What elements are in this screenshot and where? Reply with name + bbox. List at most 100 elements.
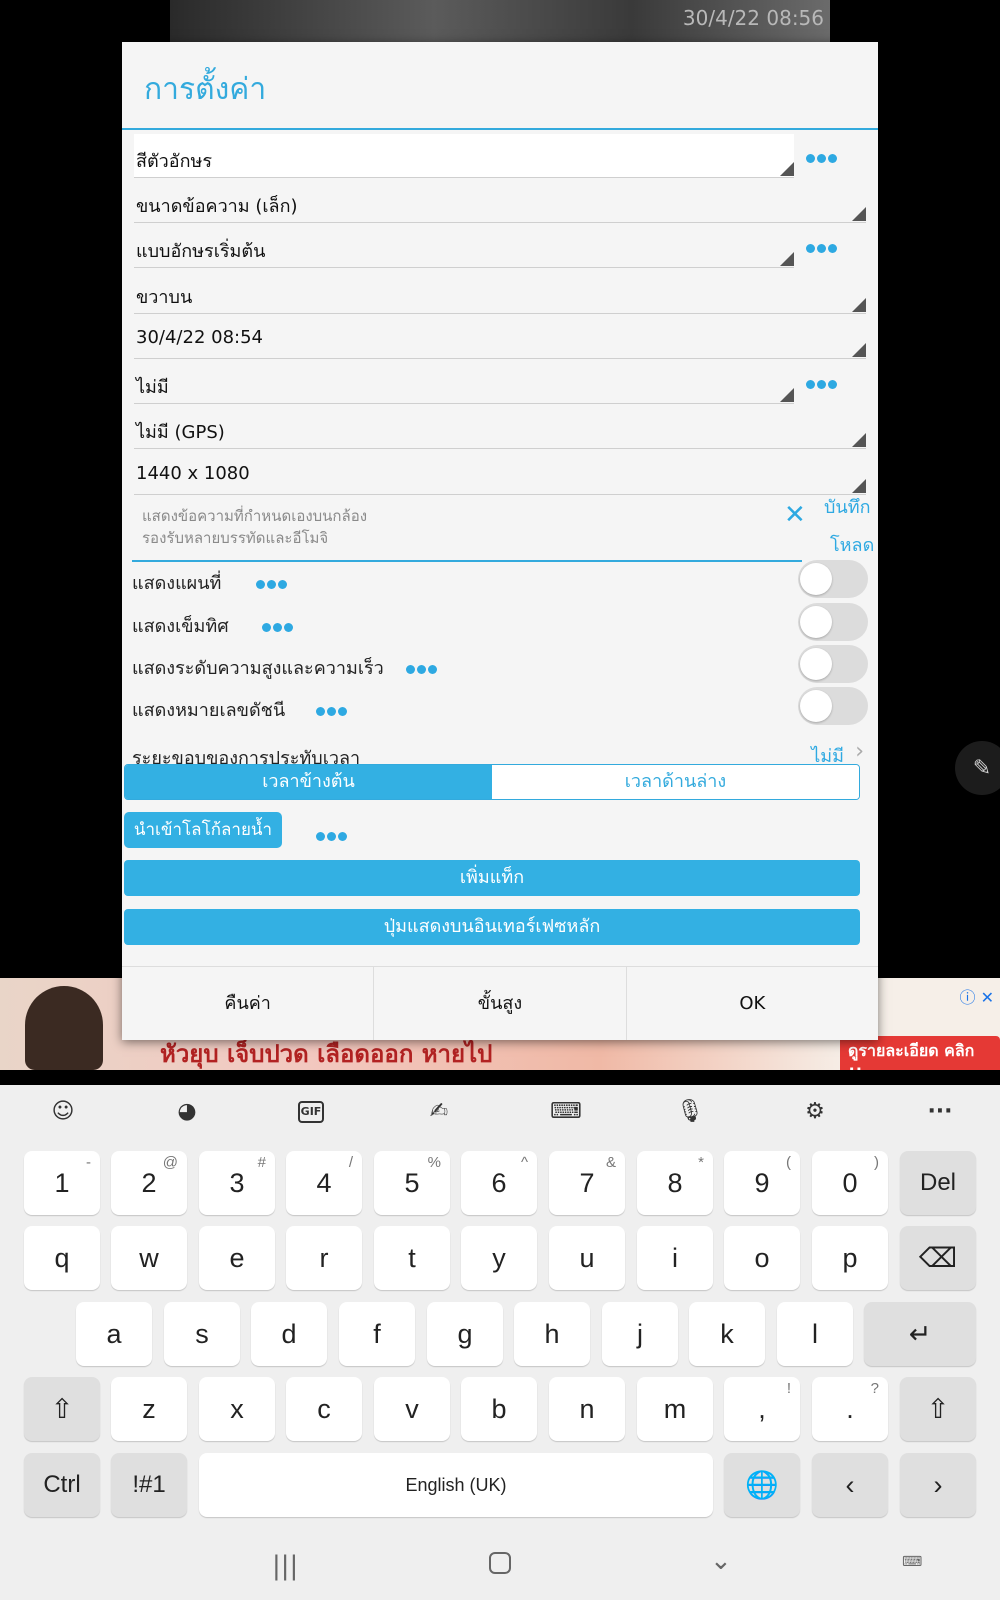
reset-button[interactable]: คืนค่า: [122, 967, 373, 1040]
clear-text-icon[interactable]: ✕: [784, 500, 806, 530]
key-d[interactable]: d: [251, 1302, 327, 1366]
ad-close-icon[interactable]: ⓘ ✕: [960, 984, 995, 1008]
sticker-icon[interactable]: ◕: [172, 1097, 202, 1127]
resolution-dropdown[interactable]: 1440 x 1080: [134, 451, 866, 495]
key-del[interactable]: Del: [900, 1151, 976, 1215]
segment-time-above[interactable]: เวลาข้างต้น: [125, 765, 492, 799]
default-font-dropdown[interactable]: แบบอักษรเริ่มต้น: [134, 224, 794, 268]
key-4[interactable]: 4/: [286, 1151, 362, 1215]
key-r[interactable]: r: [286, 1226, 362, 1290]
key-b[interactable]: b: [461, 1377, 537, 1441]
key-y[interactable]: y: [461, 1226, 537, 1290]
key-x[interactable]: x: [199, 1377, 275, 1441]
gps-dropdown[interactable]: ไม่มี (GPS): [134, 405, 866, 449]
index-toggle[interactable]: [798, 687, 868, 725]
keyboard-hide-icon[interactable]: ⌨: [902, 1554, 922, 1570]
key-0[interactable]: 0): [812, 1151, 888, 1215]
emoji-icon[interactable]: ☺: [48, 1097, 78, 1127]
key-enter[interactable]: ↵: [864, 1302, 976, 1366]
shift-icon: ⇧: [50, 1394, 74, 1424]
chevron-right-icon: ›: [855, 739, 864, 764]
save-text-button[interactable]: บันทึก: [824, 492, 871, 521]
ad-cta[interactable]: ดูรายละเอียด คลิก !!: [840, 1036, 1000, 1070]
load-text-button[interactable]: โหลด: [830, 530, 874, 559]
date-format-dropdown[interactable]: 30/4/22 08:54: [134, 315, 866, 359]
key-5[interactable]: 5%: [374, 1151, 450, 1215]
settings-gear-icon[interactable]: ⚙: [800, 1097, 830, 1127]
ok-button[interactable]: OK: [625, 967, 878, 1040]
key-comma[interactable]: ,!: [724, 1377, 800, 1441]
key-shift-right[interactable]: ⇧: [900, 1377, 976, 1441]
key-m[interactable]: m: [637, 1377, 713, 1441]
key-e[interactable]: e: [199, 1226, 275, 1290]
key-s[interactable]: s: [164, 1302, 240, 1366]
altitude-toggle[interactable]: [798, 645, 868, 683]
key-i[interactable]: i: [637, 1226, 713, 1290]
key-q[interactable]: q: [24, 1226, 100, 1290]
compass-toggle[interactable]: [798, 603, 868, 641]
compass-options-button[interactable]: [262, 615, 295, 637]
key-z[interactable]: z: [111, 1377, 187, 1441]
key-c[interactable]: c: [286, 1377, 362, 1441]
key-left[interactable]: ‹: [812, 1453, 888, 1517]
recents-icon[interactable]: |||: [272, 1551, 298, 1581]
microphone-icon[interactable]: 🎙: [675, 1097, 705, 1127]
add-tag-button[interactable]: เพิ่มแท็ก: [124, 860, 860, 896]
font-options-button[interactable]: [806, 236, 839, 258]
logo-options-button[interactable]: [316, 824, 349, 846]
key-7[interactable]: 7 &: [549, 1151, 625, 1215]
settings-dialog: การตั้งค่า สีตัวอักษร ขนาดข้อความ (เล็ก)…: [122, 42, 878, 1040]
key-8[interactable]: 8 *: [637, 1151, 713, 1215]
back-chevron-icon[interactable]: ⌄: [710, 1546, 732, 1576]
key-n[interactable]: n: [549, 1377, 625, 1441]
segment-time-below[interactable]: เวลาด้านล่าง: [492, 765, 859, 799]
edit-pencil-button[interactable]: ✎: [955, 741, 1000, 795]
text-size-dropdown[interactable]: ขนาดข้อความ (เล็ก): [134, 179, 866, 223]
keyboard-layout-icon[interactable]: ⌨: [550, 1097, 582, 1127]
gif-icon[interactable]: GIF: [298, 1101, 324, 1123]
more-icon[interactable]: ···: [925, 1097, 955, 1127]
key-a[interactable]: a: [76, 1302, 152, 1366]
key-right[interactable]: ›: [900, 1453, 976, 1517]
key-9[interactable]: 9(: [724, 1151, 800, 1215]
altitude-options-button[interactable]: [406, 657, 439, 679]
map-toggle[interactable]: [798, 560, 868, 598]
key-ctrl[interactable]: Ctrl: [24, 1453, 100, 1517]
key-shift-left[interactable]: ⇧: [24, 1377, 100, 1441]
main-ui-buttons-button[interactable]: ปุ่มแสดงบนอินเทอร์เฟซหลัก: [124, 909, 860, 945]
key-o[interactable]: o: [724, 1226, 800, 1290]
location-options-button[interactable]: [806, 372, 839, 394]
key-symbols[interactable]: !#1: [111, 1453, 187, 1517]
handwriting-icon[interactable]: ✍: [424, 1097, 454, 1127]
key-j[interactable]: j: [602, 1302, 678, 1366]
camera-preview: 30/4/22 08:56: [170, 0, 830, 44]
field-value: แบบอักษรเริ่มต้น: [136, 241, 266, 262]
location-dropdown[interactable]: ไม่มี: [134, 360, 794, 404]
key-2[interactable]: 2 @: [111, 1151, 187, 1215]
key-space[interactable]: English (UK): [199, 1453, 713, 1517]
key-u[interactable]: u: [549, 1226, 625, 1290]
import-watermark-logo-button[interactable]: นำเข้าโลโก้ลายน้ำ: [124, 812, 282, 848]
key-h[interactable]: h: [514, 1302, 590, 1366]
home-icon[interactable]: [489, 1552, 511, 1574]
key-backspace[interactable]: ⌫: [900, 1226, 976, 1290]
position-dropdown[interactable]: ขวาบน: [134, 270, 866, 314]
key-3[interactable]: 3 #: [199, 1151, 275, 1215]
advanced-button[interactable]: ขั้นสูง: [373, 967, 625, 1040]
key-k[interactable]: k: [689, 1302, 765, 1366]
font-color-options-button[interactable]: [806, 146, 839, 168]
key-period[interactable]: .?: [812, 1377, 888, 1441]
key-language[interactable]: 🌐: [724, 1453, 800, 1517]
key-v[interactable]: v: [374, 1377, 450, 1441]
key-p[interactable]: p: [812, 1226, 888, 1290]
index-options-button[interactable]: [316, 699, 349, 721]
key-1[interactable]: 1-: [24, 1151, 100, 1215]
key-w[interactable]: w: [111, 1226, 187, 1290]
map-options-button[interactable]: [256, 572, 289, 594]
font-color-dropdown[interactable]: สีตัวอักษร: [134, 134, 794, 178]
key-t[interactable]: t: [374, 1226, 450, 1290]
key-6[interactable]: 6 ^: [461, 1151, 537, 1215]
key-f[interactable]: f: [339, 1302, 415, 1366]
custom-text-input[interactable]: แสดงข้อความที่กำหนดเองบนกล้อง รองรับหลาย…: [132, 500, 802, 562]
key-g[interactable]: g: [427, 1302, 503, 1366]
